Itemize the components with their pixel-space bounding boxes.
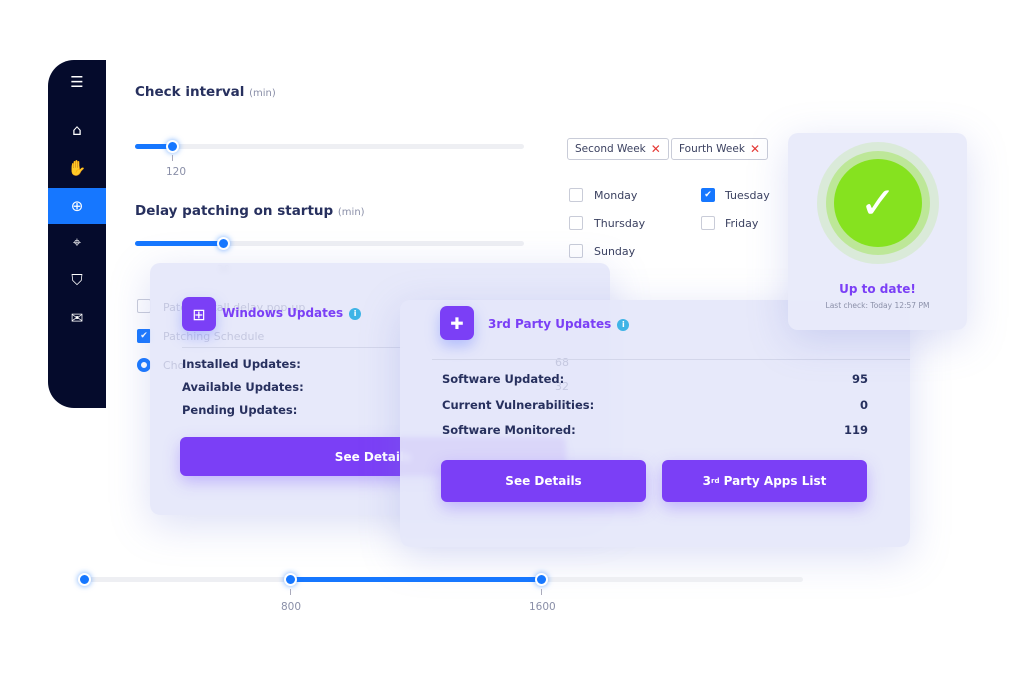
week-chip[interactable]: Fourth Week ✕ xyxy=(671,138,769,160)
delay-title: Delay patching on startup (min) xyxy=(135,203,365,219)
tick xyxy=(172,155,173,161)
day-label: Friday xyxy=(725,217,759,230)
checkbox-friday[interactable] xyxy=(701,216,715,230)
remove-icon[interactable]: ✕ xyxy=(750,142,760,156)
status-title: Up to date! xyxy=(839,282,916,296)
last-check: Last check: Today 12:57 PM xyxy=(825,301,930,310)
see-details-button[interactable]: See Details xyxy=(441,460,646,502)
third-party-updates-card: 68 32 ✚ 3rd Party Updates i Software Upda… xyxy=(400,300,910,547)
row-value: 95 xyxy=(851,372,868,386)
day-label: Thursday xyxy=(594,217,646,230)
check-interval-handle[interactable] xyxy=(166,140,179,153)
divider xyxy=(432,359,910,360)
week-chip[interactable]: Second Week ✕ xyxy=(567,138,669,160)
third-party-apps-list-button[interactable]: 3rd Party Apps List xyxy=(662,460,867,502)
patch-icon[interactable]: ⊕ xyxy=(48,188,106,224)
range-low-label: 800 xyxy=(281,601,302,613)
checkbox-popup[interactable] xyxy=(137,299,151,313)
checkbox-tuesday[interactable]: ✔ xyxy=(701,188,715,202)
day-label: Monday xyxy=(594,189,638,202)
plus-icon: ✚ xyxy=(440,306,474,340)
range-handle-high[interactable] xyxy=(535,573,548,586)
row-value: 119 xyxy=(843,423,868,437)
crosshair-icon[interactable]: ⌖ xyxy=(48,224,106,260)
checkbox-thursday[interactable] xyxy=(569,216,583,230)
windows-icon: ⊞ xyxy=(182,297,216,331)
menu-icon[interactable]: ☰ xyxy=(48,64,106,100)
day-label: Tuesday xyxy=(725,189,770,202)
row-value: 0 xyxy=(859,398,868,412)
check-icon: ✓ xyxy=(834,159,922,247)
sidebar: ☰ ⌂ ✋ ⊕ ⌖ ⛉ ✉ xyxy=(48,60,106,408)
range-handle-start[interactable] xyxy=(78,573,91,586)
schedule-option-label: Patching Schedule xyxy=(163,330,265,343)
checkbox-monday[interactable] xyxy=(569,188,583,202)
faint-value: 68 xyxy=(555,356,569,369)
mail-icon[interactable]: ✉ xyxy=(48,300,106,336)
hand-icon[interactable]: ✋ xyxy=(48,150,106,186)
check-interval-title: Check interval (min) xyxy=(135,84,276,100)
status-card: ✓ Up to date! Last check: Today 12:57 PM xyxy=(788,133,967,330)
row-label: Software Updated: xyxy=(442,372,565,386)
checkbox-sunday[interactable] xyxy=(569,244,583,258)
check-interval-slider[interactable] xyxy=(135,144,524,149)
radio-choose[interactable] xyxy=(137,358,151,372)
shield-user-icon[interactable]: ⛉ xyxy=(48,262,106,298)
tick xyxy=(290,589,291,595)
row-label: Software Monitored: xyxy=(442,423,576,437)
row-label: Pending Updates: xyxy=(182,403,298,417)
range-high-label: 1600 xyxy=(529,601,556,613)
info-icon[interactable]: i xyxy=(617,318,630,331)
delay-handle[interactable] xyxy=(217,237,230,250)
check-interval-value: 120 xyxy=(166,166,187,178)
info-icon[interactable]: i xyxy=(349,307,362,320)
row-label: Installed Updates: xyxy=(182,357,301,371)
windows-card-title: Windows Updates i xyxy=(222,306,362,320)
remove-icon[interactable]: ✕ xyxy=(651,142,661,156)
third-party-card-title: 3rd Party Updates i xyxy=(488,317,630,331)
row-label: Current Vulnerabilities: xyxy=(442,398,595,412)
tick xyxy=(541,589,542,595)
home-icon[interactable]: ⌂ xyxy=(48,112,106,148)
delay-fill xyxy=(135,241,223,246)
range-fill xyxy=(290,577,541,582)
range-handle-low[interactable] xyxy=(284,573,297,586)
checkbox-schedule[interactable]: ✔ xyxy=(137,329,151,343)
day-label: Sunday xyxy=(594,245,636,258)
row-label: Available Updates: xyxy=(182,380,304,394)
